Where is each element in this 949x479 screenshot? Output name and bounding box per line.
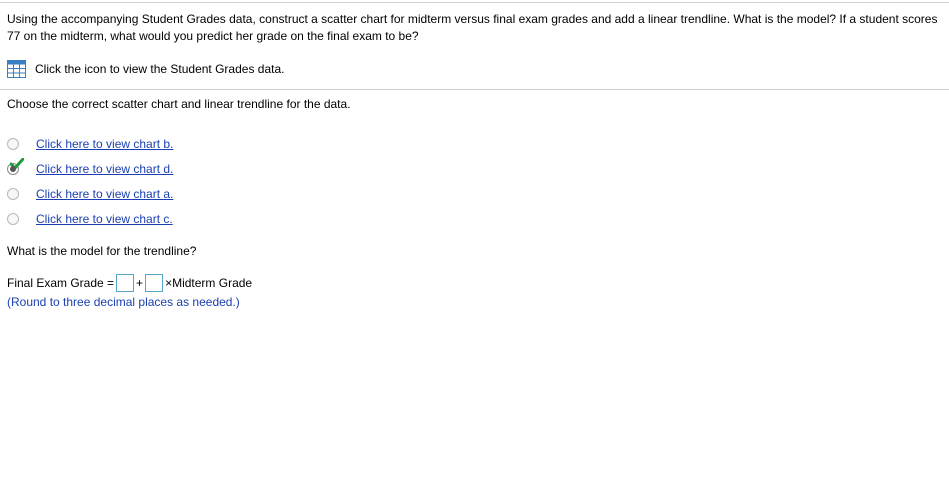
- link-chart-a[interactable]: Click here to view chart a.: [36, 187, 173, 201]
- instruction-text: Choose the correct scatter chart and lin…: [7, 97, 351, 111]
- top-divider: [0, 2, 949, 3]
- link-chart-d[interactable]: Click here to view chart d.: [36, 162, 173, 176]
- data-link-label: Click the icon to view the Student Grade…: [35, 62, 285, 76]
- data-link-row[interactable]: Click the icon to view the Student Grade…: [7, 60, 284, 78]
- option-chart-c[interactable]: Click here to view chart c.: [7, 210, 173, 228]
- option-chart-d[interactable]: Click here to view chart d.: [7, 158, 173, 178]
- option-chart-b[interactable]: Click here to view chart b.: [7, 135, 173, 153]
- intercept-input[interactable]: [116, 274, 135, 292]
- rounding-note: (Round to three decimal places as needed…: [7, 295, 240, 309]
- link-chart-c[interactable]: Click here to view chart c.: [36, 212, 173, 226]
- radio-chart-a[interactable]: [7, 188, 19, 200]
- radio-chart-b[interactable]: [7, 138, 19, 150]
- model-question: What is the model for the trendline?: [7, 244, 197, 258]
- equation-plus: +: [136, 276, 144, 290]
- equation-rhs: Midterm Grade: [172, 276, 253, 290]
- option-chart-a[interactable]: Click here to view chart a.: [7, 185, 173, 203]
- correct-check-icon: [10, 158, 24, 170]
- question-text: Using the accompanying Student Grades da…: [7, 12, 938, 43]
- radio-chart-c[interactable]: [7, 213, 19, 225]
- slope-input[interactable]: [145, 274, 164, 292]
- radio-chart-d[interactable]: [7, 158, 24, 175]
- trendline-equation: Final Exam Grade = + × Midterm Grade: [7, 273, 252, 293]
- equation-lhs: Final Exam Grade =: [7, 276, 115, 290]
- equation-times: ×: [165, 276, 173, 290]
- section-divider: [0, 89, 949, 90]
- link-chart-b[interactable]: Click here to view chart b.: [36, 137, 173, 151]
- table-grid-icon[interactable]: [7, 60, 26, 78]
